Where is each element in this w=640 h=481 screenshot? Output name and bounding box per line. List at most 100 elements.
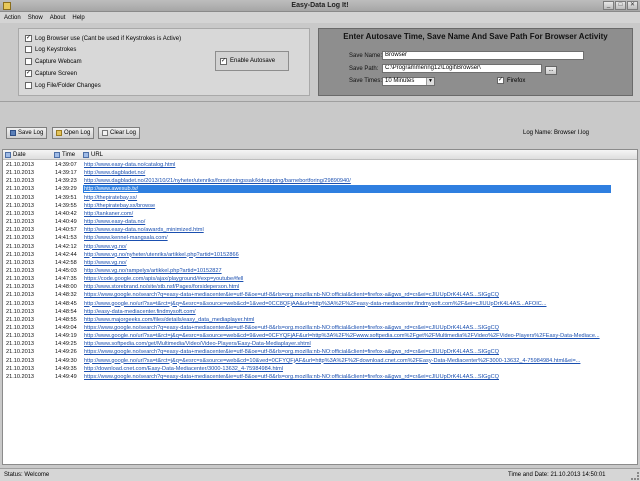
table-row[interactable]: 21.10.2013 14:42:12 http://www.vg.no/ — [3, 243, 637, 251]
table-row[interactable]: 21.10.2013 14:48:55 http://www.majorgeeks.… — [3, 316, 637, 324]
checkbox-icon — [25, 58, 32, 65]
row-url[interactable]: http://www.google.no/url?sa=t&rct=j&q=&e… — [84, 357, 580, 365]
log-file-folder-checkbox[interactable]: Log File/Folder Changes — [25, 82, 101, 89]
row-url[interactable]: http://www.vg.no/rampelys/artikkel.php?a… — [84, 267, 222, 275]
column-url[interactable]: URL — [83, 152, 103, 158]
table-row[interactable]: 21.10.2013 14:49:49 https://www.google.no/… — [3, 373, 637, 381]
row-url[interactable]: http://www.dagbladet.no/ — [84, 169, 145, 177]
row-url[interactable]: http://www.vg.no/nyheter/utenriks/artikk… — [84, 251, 239, 259]
row-date: 21.10.2013 — [6, 316, 34, 323]
row-url[interactable]: http://www.easy-data.no/ — [84, 218, 145, 226]
row-url[interactable]: http://www.dagbladet.no/2013/10/21/nyhet… — [84, 177, 351, 185]
log-list[interactable]: Date Time URL 21.10.2013 14:39:07 http://w… — [2, 149, 638, 465]
table-row[interactable]: 21.10.2013 14:42:44 http://www.vg.no/nyhet… — [3, 251, 637, 259]
clock-icon — [54, 152, 60, 158]
row-url[interactable]: http://www.google.no/url?sa=t&rct=j&q=&e… — [84, 332, 600, 340]
table-row[interactable]: 21.10.2013 14:49:04 https://www.google.no/… — [3, 324, 637, 332]
table-row[interactable]: 21.10.2013 14:49:19 http://www.google.no/u… — [3, 332, 637, 340]
table-row[interactable]: 21.10.2013 14:40:42 http://tankaner.com/ — [3, 210, 637, 218]
row-url[interactable]: https://www.google.no/search?q=easy-data… — [84, 291, 499, 299]
row-time: 14:39:23 — [55, 178, 77, 185]
row-time: 14:48:45 — [55, 300, 77, 307]
row-url[interactable]: http://www.vg.no/ — [84, 259, 127, 267]
row-url[interactable]: http://www.google.no/url?sa=t&rct=j&q=&e… — [84, 300, 546, 308]
log-keystrokes-label: Log Keystrokes — [35, 46, 77, 53]
row-url[interactable]: http://www.easy-data.no/awards_minimized… — [84, 226, 204, 234]
table-row[interactable]: 21.10.2013 14:39:17 http://www.dagbladet.n… — [3, 169, 637, 177]
row-url[interactable]: http://www.vg.no/ — [84, 243, 127, 251]
chevron-down-icon: ▼ — [426, 78, 434, 85]
menu-show[interactable]: Show — [28, 15, 43, 21]
enable-autosave-checkbox[interactable]: Enable Autosave — [215, 51, 289, 71]
status-text: Status: Welcome — [4, 472, 50, 478]
row-date: 21.10.2013 — [6, 227, 34, 234]
row-url[interactable]: http://tankaner.com/ — [84, 210, 133, 218]
save-name-input[interactable]: Browser — [382, 51, 584, 60]
row-url[interactable]: http://www.softpedia.com/get/Multimedia/… — [84, 340, 311, 348]
log-file-folder-label: Log File/Folder Changes — [35, 82, 101, 89]
maximize-button[interactable]: □ — [615, 1, 626, 10]
table-row[interactable]: 21.10.2013 14:39:23 http://www.dagbladet.n… — [3, 177, 637, 185]
table-row[interactable]: 21.10.2013 14:39:29 http://www.awesub.tv/ — [3, 185, 637, 194]
row-url[interactable]: http://www.kennel-mangsala.com/ — [84, 234, 168, 242]
table-row[interactable]: 21.10.2013 14:40:57 http://www.easy-data.n… — [3, 226, 637, 234]
log-browser-checkbox[interactable]: Log Browser use (Cant be used if Keystro… — [25, 35, 181, 42]
save-times-select[interactable]: 10 Minutes ▼ — [382, 77, 435, 86]
row-url[interactable]: http://thepiratebay.sx/ — [84, 194, 137, 202]
firefox-checkbox[interactable]: Firefox — [497, 77, 525, 84]
capture-webcam-checkbox[interactable]: Capture Webcam — [25, 58, 82, 65]
row-url[interactable]: http://thepiratebay.sx/browse — [84, 202, 155, 210]
row-time: 14:42:44 — [55, 251, 77, 258]
table-row[interactable]: 21.10.2013 14:49:26 https://www.google.no/… — [3, 348, 637, 356]
row-date: 21.10.2013 — [6, 186, 34, 193]
save-path-input[interactable]: C:\Programmering12\Logit\Browser\ — [382, 64, 542, 73]
row-url[interactable]: http://www.awesub.tv/ — [84, 185, 138, 193]
table-row[interactable]: 21.10.2013 14:49:30 http://www.google.no/u… — [3, 357, 637, 365]
capture-screen-checkbox[interactable]: Capture Screen — [25, 70, 77, 77]
checkbox-icon — [25, 46, 32, 53]
title-bar: Easy-Data Log It! _ □ ✕ — [0, 0, 640, 12]
browse-button[interactable]: ... — [545, 66, 557, 75]
table-row[interactable]: 21.10.2013 14:39:07 http://www.easy-data.n… — [3, 161, 637, 169]
table-row[interactable]: 21.10.2013 14:49:35 http://download.cnet.c… — [3, 365, 637, 373]
save-log-button[interactable]: Save Log — [6, 127, 48, 139]
table-row[interactable]: 21.10.2013 14:48:32 https://www.google.no/… — [3, 291, 637, 299]
minimize-button[interactable]: _ — [603, 1, 614, 10]
row-time: 14:39:55 — [55, 202, 77, 209]
row-url[interactable]: https://www.google.no/search?q=easy-data… — [84, 373, 499, 381]
table-row[interactable]: 21.10.2013 14:39:51 http://thepiratebay.sx… — [3, 194, 637, 202]
menu-bar: Action Show About Help — [0, 12, 640, 23]
log-keystrokes-checkbox[interactable]: Log Keystrokes — [25, 46, 76, 53]
row-url[interactable]: https://code.google.com/apis/ajax/playgr… — [84, 275, 243, 283]
close-button[interactable]: ✕ — [627, 1, 638, 10]
table-row[interactable]: 21.10.2013 14:45:03 http://www.vg.no/rampe… — [3, 267, 637, 275]
table-row[interactable]: 21.10.2013 14:48:54 http://easy-data-media… — [3, 308, 637, 316]
open-log-button[interactable]: Open Log — [52, 127, 95, 139]
table-row[interactable]: 21.10.2013 14:47:35 https://code.google.co… — [3, 275, 637, 283]
menu-about[interactable]: About — [50, 15, 66, 21]
row-url[interactable]: http://www.storebrand.no/site/stb.nsf/Pa… — [84, 283, 239, 291]
table-row[interactable]: 21.10.2013 14:39:55 http://thepiratebay.sx… — [3, 202, 637, 210]
row-date: 21.10.2013 — [6, 276, 34, 283]
table-row[interactable]: 21.10.2013 14:40:49 http://www.easy-data.n… — [3, 218, 637, 226]
row-url[interactable]: https://www.google.no/search?q=easy-data… — [84, 348, 499, 356]
table-row[interactable]: 21.10.2013 14:48:00 http://www.storebrand.… — [3, 283, 637, 291]
row-url[interactable]: http://easy-data-mediacenter.findmysoft.… — [84, 308, 196, 316]
table-row[interactable]: 21.10.2013 14:49:25 http://www.softpedia.c… — [3, 340, 637, 348]
row-date: 21.10.2013 — [6, 357, 34, 364]
table-row[interactable]: 21.10.2013 14:41:53 http://www.kennel-mang… — [3, 234, 637, 242]
settings-title: Enter Autosave Time, Save Name And Save … — [343, 32, 608, 41]
table-row[interactable]: 21.10.2013 14:48:45 http://www.google.no/u… — [3, 300, 637, 308]
table-row[interactable]: 21.10.2013 14:42:58 http://www.vg.no/ — [3, 259, 637, 267]
column-time[interactable]: Time — [54, 152, 75, 158]
menu-action[interactable]: Action — [4, 15, 21, 21]
column-date[interactable]: Date — [5, 152, 26, 158]
row-url[interactable]: http://www.easy-data.no/catalog.html — [84, 161, 175, 169]
clear-log-button[interactable]: Clear Log — [98, 127, 141, 139]
row-url[interactable]: https://www.google.no/search?q=easy-data… — [84, 324, 499, 332]
menu-help[interactable]: Help — [72, 15, 84, 21]
resize-grip-icon[interactable] — [631, 472, 639, 480]
save-times-label: Save Times: — [349, 78, 383, 84]
row-url[interactable]: http://download.cnet.com/Easy-Data-Media… — [84, 365, 283, 373]
row-url[interactable]: http://www.majorgeeks.com/files/details/… — [84, 316, 254, 324]
